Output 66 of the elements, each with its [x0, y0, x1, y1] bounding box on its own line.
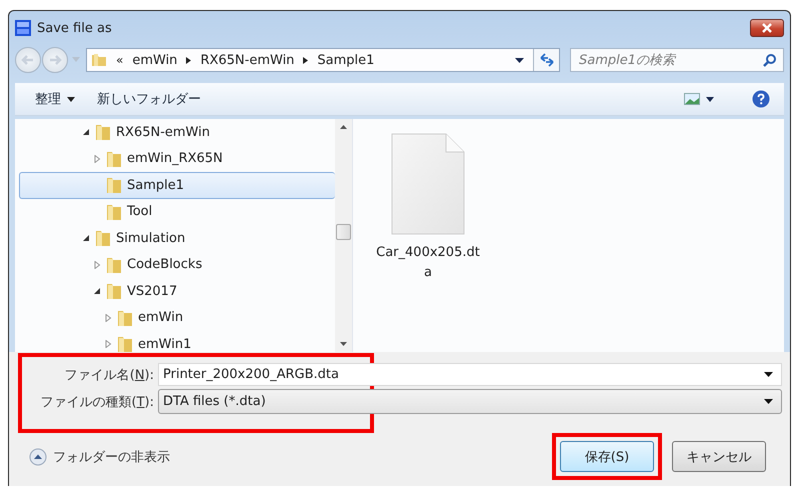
- refresh-arrows-icon: [540, 53, 554, 67]
- expanded-arrow-icon[interactable]: [93, 287, 101, 296]
- field-label: ファイルの種類(T):: [40, 394, 154, 410]
- breadcrumb[interactable]: RX65N-emWin: [200, 52, 294, 68]
- scroll-up-arrow-icon[interactable]: [340, 125, 347, 129]
- folder-icon: [91, 52, 107, 68]
- organize-menu[interactable]: 整理: [27, 86, 83, 112]
- folder-icon: [95, 123, 111, 142]
- folder-icon: [106, 150, 122, 168]
- scrollbar[interactable]: [335, 119, 352, 352]
- save-button[interactable]: 保存(S): [560, 441, 654, 472]
- window-title: Save file as: [37, 20, 112, 36]
- folder-tree-item[interactable]: emWin_RX65N: [19, 146, 335, 172]
- dropdown-caret-icon[interactable]: [515, 58, 524, 62]
- folder-tree-item[interactable]: emWin1: [19, 331, 335, 352]
- overflow-chevron[interactable]: «: [116, 53, 124, 67]
- file-type-dropdown[interactable]: DTA files (*.dta): [158, 389, 782, 414]
- scroll-down-arrow-icon[interactable]: [340, 342, 347, 346]
- separator-arrow-icon[interactable]: [303, 56, 308, 64]
- help-icon[interactable]: [752, 90, 770, 108]
- hide-folders-button[interactable]: フォルダーの非表示: [29, 448, 170, 466]
- breadcrumb[interactable]: emWin: [132, 52, 178, 68]
- address-bar[interactable]: « emWin RX65N-emWin Sample1: [86, 48, 560, 72]
- collapsed-arrow-icon[interactable]: [104, 314, 112, 322]
- expanded-arrow-icon[interactable]: [82, 128, 90, 136]
- caret-icon: [67, 96, 75, 102]
- folder-icon: [106, 202, 122, 221]
- collapsed-arrow-icon[interactable]: [93, 260, 101, 269]
- close-icon: [761, 23, 773, 33]
- folder-tree-item[interactable]: CodeBlocks: [19, 252, 335, 278]
- folder-tree-item[interactable]: Tool: [19, 198, 335, 225]
- folder-icon: [117, 335, 133, 352]
- folder-tree-item[interactable]: VS2017: [19, 278, 335, 304]
- cancel-button[interactable]: キャンセル: [672, 441, 766, 472]
- collapse-up-icon: [29, 448, 47, 466]
- folder-icon: [106, 282, 122, 300]
- folder-tree-item[interactable]: RX65N-emWin: [19, 119, 335, 146]
- collapsed-arrow-icon[interactable]: [93, 154, 101, 163]
- separator-arrow-icon[interactable]: [186, 56, 192, 64]
- forward-arrow-icon: [48, 54, 62, 66]
- filename-field[interactable]: Printer_200x200_ARGB.dta: [158, 363, 782, 386]
- back-arrow-icon: [21, 54, 35, 66]
- expanded-arrow-icon[interactable]: [82, 234, 90, 242]
- folder-tree-item[interactable]: Simulation: [19, 225, 335, 252]
- dropdown-caret-icon[interactable]: [764, 372, 773, 377]
- folder-tree-item[interactable]: Sample1: [19, 172, 335, 198]
- folder-tree-item[interactable]: emWin: [19, 304, 335, 331]
- folder-icon: [117, 308, 133, 327]
- document-icon: [391, 133, 465, 235]
- collapsed-arrow-icon[interactable]: [104, 340, 112, 348]
- folder-icon: [95, 229, 111, 248]
- close-button[interactable]: [750, 19, 784, 37]
- app-icon: [15, 20, 31, 36]
- folder-icon: [106, 256, 122, 274]
- field-label: ファイル名(N):: [64, 366, 154, 384]
- new-folder-button[interactable]: 新しいフォルダー: [89, 86, 209, 112]
- dropdown-caret-icon[interactable]: [764, 399, 773, 404]
- file-item[interactable]: Car_400x205.dt a: [373, 133, 483, 283]
- refresh-button[interactable]: [533, 49, 559, 71]
- scrollbar-thumb[interactable]: [336, 224, 351, 240]
- view-caret-icon[interactable]: [706, 96, 714, 102]
- view-picture-icon[interactable]: [684, 93, 700, 105]
- search-icon: [763, 53, 777, 67]
- search-field[interactable]: Sample1の検索: [570, 48, 784, 72]
- breadcrumb[interactable]: Sample1: [317, 52, 374, 68]
- folder-icon: [106, 176, 122, 194]
